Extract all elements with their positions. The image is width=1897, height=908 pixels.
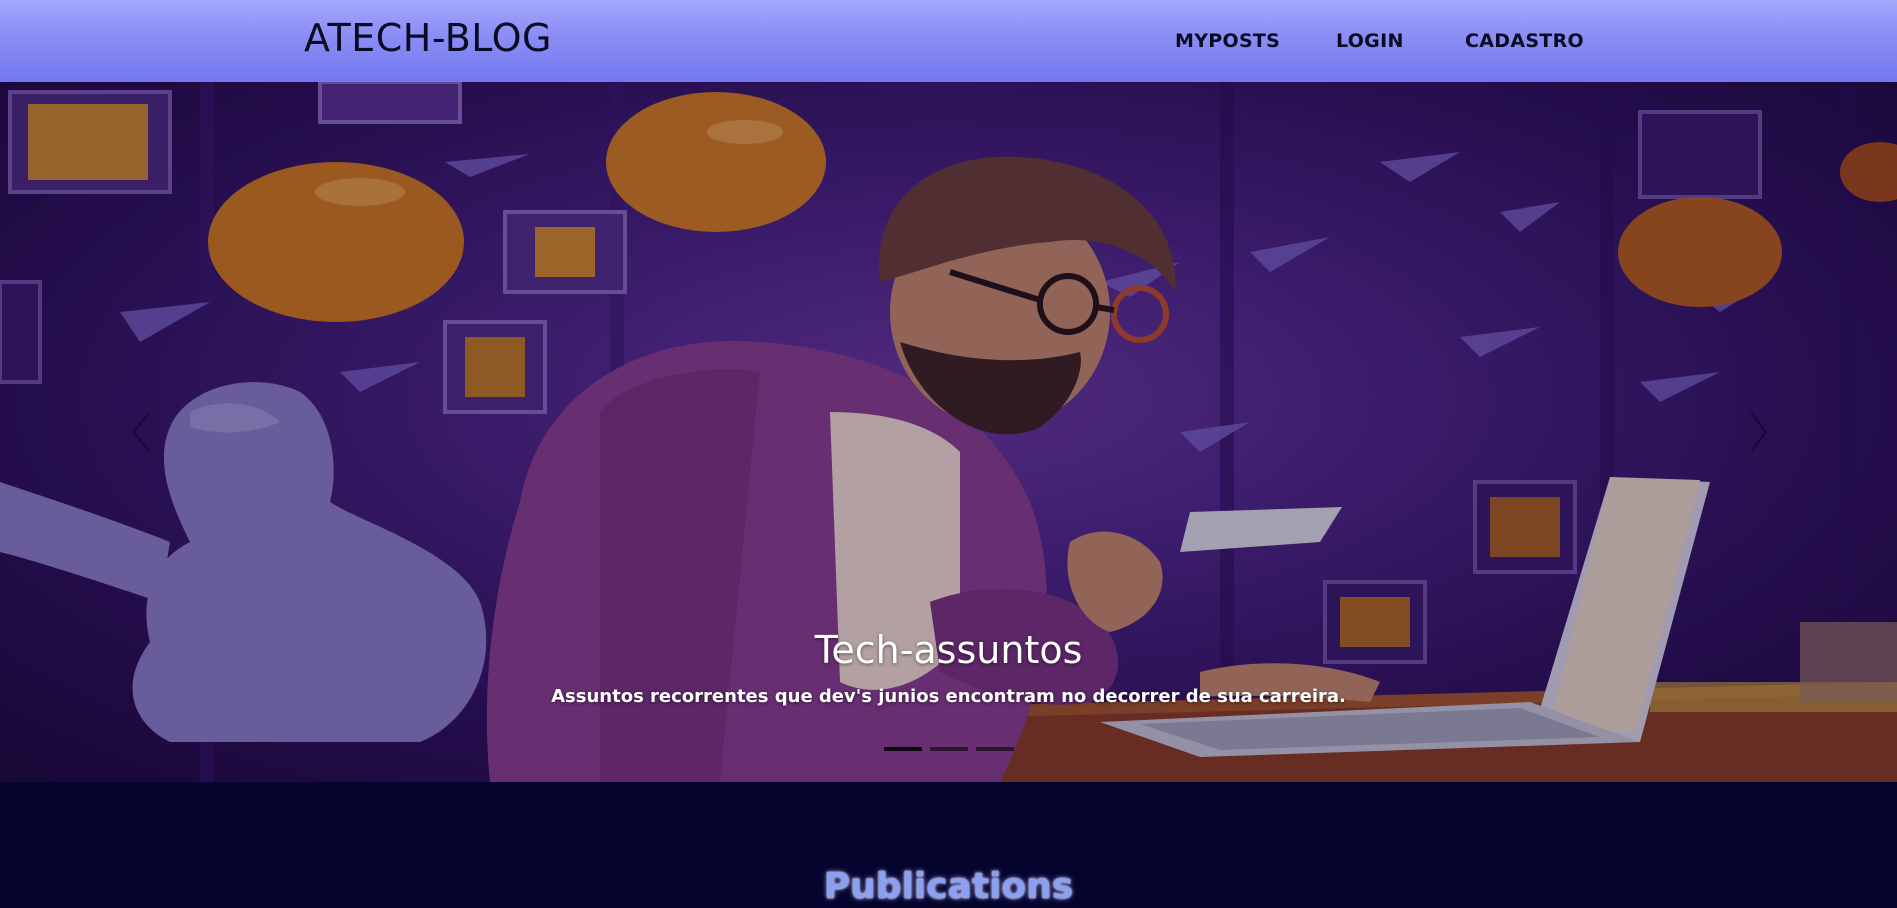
carousel-prev-button[interactable] <box>122 402 162 462</box>
carousel-indicator-3[interactable] <box>975 747 1014 751</box>
publications-heading: Publications <box>823 866 1074 907</box>
navbar: ATECH-BLOG MYPOSTS LOGIN CADASTRO <box>0 0 1897 82</box>
carousel-next-button[interactable] <box>1738 402 1778 462</box>
hero-overlay <box>0 82 1897 782</box>
carousel-caption-text: Assuntos recorrentes que dev's junios en… <box>551 686 1346 707</box>
carousel-caption-title: Tech-assuntos <box>814 628 1083 672</box>
brand-logo[interactable]: ATECH-BLOG <box>304 16 552 60</box>
carousel-indicator-1[interactable] <box>883 747 922 751</box>
nav-link-login[interactable]: LOGIN <box>1336 30 1404 52</box>
carousel-indicator-2[interactable] <box>929 747 968 751</box>
carousel-indicators <box>0 747 1897 751</box>
chevron-right-icon <box>1750 412 1768 452</box>
hero-carousel: Tech-assuntos Assuntos recorrentes que d… <box>0 82 1897 782</box>
chevron-left-icon <box>132 412 150 452</box>
nav-link-myposts[interactable]: MYPOSTS <box>1175 30 1280 52</box>
nav-link-cadastro[interactable]: CADASTRO <box>1465 30 1584 52</box>
